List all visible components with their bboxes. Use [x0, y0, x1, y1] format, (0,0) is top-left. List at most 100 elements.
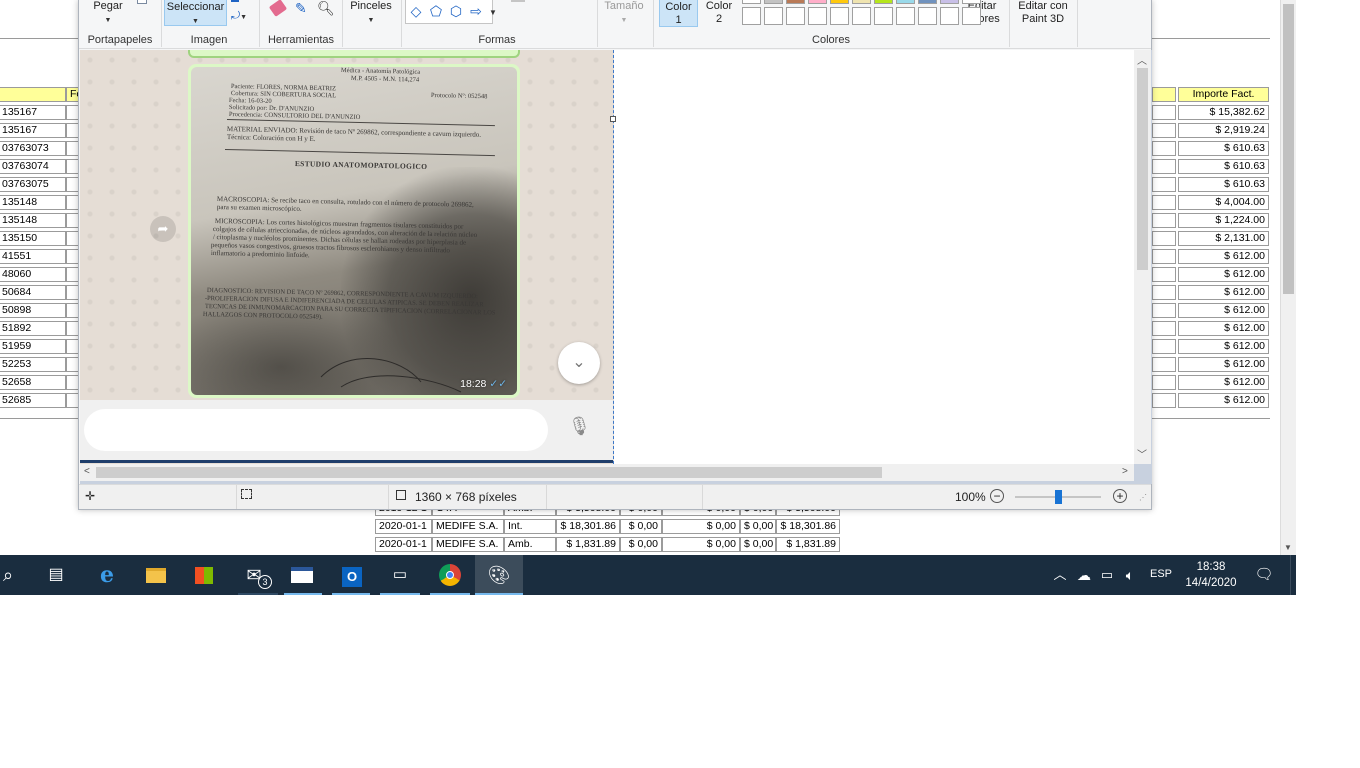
scrollbar-thumb[interactable] — [96, 467, 882, 478]
task-view-icon[interactable]: ▤ — [42, 561, 70, 589]
table-cell[interactable] — [1152, 213, 1176, 228]
file-explorer-icon[interactable] — [142, 561, 170, 589]
table-cell[interactable] — [1152, 303, 1176, 318]
custom-color-swatch[interactable] — [830, 7, 849, 25]
scroll-up-arrow-icon[interactable]: ︿ — [1137, 52, 1147, 67]
table-cell[interactable] — [1152, 195, 1176, 210]
table-cell[interactable] — [1152, 249, 1176, 264]
zoom-slider-thumb[interactable] — [1055, 490, 1062, 504]
left-column-cell[interactable]: 52253 — [0, 357, 66, 372]
column-header-importe-fact[interactable]: Importe Fact. — [1178, 87, 1269, 102]
left-column-cell[interactable]: 52658 — [0, 375, 66, 390]
table-cell[interactable] — [1152, 105, 1176, 120]
table-cell[interactable]: $ 0,00 — [740, 537, 776, 552]
left-column-cell[interactable]: 135167 — [0, 105, 66, 120]
importe-fact-cell[interactable]: $ 610.63 — [1178, 141, 1269, 156]
canvas-vertical-scrollbar[interactable]: ︿ ﹀ — [1134, 50, 1151, 464]
left-column-cell[interactable]: 48060 — [0, 267, 66, 282]
canvas-horizontal-scrollbar[interactable]: < > — [80, 464, 1134, 481]
excel-vertical-scrollbar[interactable]: ▼ — [1280, 0, 1296, 555]
importe-fact-cell[interactable]: $ 612.00 — [1178, 393, 1269, 408]
document-photo[interactable]: Médica - Anatomía Patológica M.P. 4505 -… — [191, 67, 517, 395]
custom-color-swatch[interactable] — [742, 7, 761, 25]
image-message-bubble[interactable]: Médica - Anatomía Patológica M.P. 4505 -… — [188, 64, 520, 398]
message-input[interactable] — [84, 409, 548, 451]
importe-fact-cell[interactable]: $ 612.00 — [1178, 249, 1269, 264]
table-cell[interactable]: $ 0,00 — [662, 537, 740, 552]
table-cell[interactable] — [1152, 357, 1176, 372]
rotate-icon[interactable]: ⤾▼ — [231, 10, 247, 23]
left-column-cell[interactable]: 135148 — [0, 213, 66, 228]
importe-fact-cell[interactable]: $ 612.00 — [1178, 285, 1269, 300]
palette-color-swatch[interactable] — [742, 0, 761, 4]
importe-fact-cell[interactable]: $ 612.00 — [1178, 267, 1269, 282]
chrome-icon[interactable] — [436, 561, 464, 589]
forward-icon[interactable]: ➦ — [150, 216, 176, 242]
palette-color-swatch[interactable] — [830, 0, 849, 4]
importe-fact-cell[interactable]: $ 612.00 — [1178, 357, 1269, 372]
paste-button[interactable]: Pegar ▼ — [87, 0, 129, 27]
notifications-icon[interactable]: 🗨︎ — [1250, 561, 1278, 589]
left-cell[interactable] — [0, 87, 66, 102]
color2-button[interactable]: Color 2 — [701, 0, 737, 26]
scroll-down-chevron-icon[interactable]: ⌄ — [558, 342, 600, 384]
brushes-button[interactable]: Pinceles ▼ — [345, 0, 397, 27]
left-column-cell[interactable]: 51892 — [0, 321, 66, 336]
resize-grip-icon[interactable]: ⋰ — [1139, 493, 1147, 502]
scroll-down-arrow-icon[interactable]: ﹀ — [1137, 446, 1147, 461]
palette-color-swatch[interactable] — [808, 0, 827, 4]
table-cell[interactable] — [1152, 177, 1176, 192]
clock[interactable]: 18:38 14/4/2020 — [1182, 559, 1240, 591]
importe-fact-cell[interactable]: $ 610.63 — [1178, 159, 1269, 174]
table-cell[interactable] — [1152, 339, 1176, 354]
microphone-icon[interactable]: 🎙︎ — [568, 416, 591, 444]
table-cell[interactable] — [1152, 375, 1176, 390]
canvas-image[interactable]: ➦ Médica - Anatomía Patológica M.P. 4505… — [80, 50, 614, 464]
custom-color-swatch[interactable] — [874, 7, 893, 25]
hexagon-shape-icon[interactable]: ⬡ — [448, 3, 464, 19]
table-cell[interactable]: $ 1,831.89 — [776, 537, 840, 552]
zoom-out-icon[interactable]: − — [990, 489, 1004, 503]
select-button[interactable]: Seleccionar ▼ — [164, 0, 227, 26]
importe-fact-cell[interactable]: $ 15,382.62 — [1178, 105, 1269, 120]
volume-icon[interactable]: 🔈︎ — [1116, 561, 1144, 589]
color1-button[interactable]: Color 1 — [659, 0, 698, 27]
more-shapes-icon[interactable]: ▼ — [489, 8, 497, 17]
shapes-gallery[interactable]: ◇ ⬠ ⬡ ⇨ — [405, 0, 493, 24]
copy-icon[interactable] — [137, 0, 147, 4]
outlook-icon[interactable]: O — [338, 561, 366, 589]
table-cell[interactable]: Int. — [504, 519, 556, 534]
importe-fact-cell[interactable]: $ 612.00 — [1178, 303, 1269, 318]
left-column-cell[interactable]: 135148 — [0, 195, 66, 210]
table-cell[interactable]: $ 0,00 — [740, 519, 776, 534]
table-cell[interactable] — [1152, 321, 1176, 336]
importe-fact-cell[interactable]: $ 612.00 — [1178, 339, 1269, 354]
paint-icon[interactable]: 🎨︎ — [485, 561, 513, 589]
table-cell[interactable]: 2020-01-1 — [375, 537, 432, 552]
importe-fact-cell[interactable]: $ 612.00 — [1178, 321, 1269, 336]
left-column-cell[interactable]: 03763073 — [0, 141, 66, 156]
table-cell[interactable]: $ 18,301.86 — [776, 519, 840, 534]
left-column-cell[interactable]: 135150 — [0, 231, 66, 246]
palette-color-swatch[interactable] — [918, 0, 937, 4]
scroll-down-arrow-icon[interactable]: ▼ — [1284, 543, 1292, 552]
scrollbar-thumb[interactable] — [1137, 68, 1148, 270]
edit-with-paint3d-button[interactable]: Editar con Paint 3D — [1013, 0, 1073, 26]
table-cell[interactable] — [1152, 285, 1176, 300]
crop-icon[interactable] — [231, 0, 239, 2]
table-cell[interactable] — [1152, 231, 1176, 246]
table-cell[interactable]: MEDIFE S.A. — [432, 537, 504, 552]
zoom-in-icon[interactable]: + — [1113, 489, 1127, 503]
table-cell[interactable] — [1152, 393, 1176, 408]
importe-fact-cell[interactable]: $ 4,004.00 — [1178, 195, 1269, 210]
palette-color-swatch[interactable] — [896, 0, 915, 4]
color-picker-icon[interactable]: ✎ — [295, 0, 307, 17]
importe-fact-cell[interactable]: $ 610.63 — [1178, 177, 1269, 192]
left-column-cell[interactable]: 03763074 — [0, 159, 66, 174]
table-cell[interactable] — [1152, 267, 1176, 282]
table-cell[interactable]: 2020-01-1 — [375, 519, 432, 534]
outline-fill-button[interactable] — [511, 0, 525, 2]
scrollbar-thumb[interactable] — [1283, 4, 1294, 294]
palette-color-swatch[interactable] — [874, 0, 893, 4]
edge-icon[interactable]: e — [93, 561, 121, 589]
